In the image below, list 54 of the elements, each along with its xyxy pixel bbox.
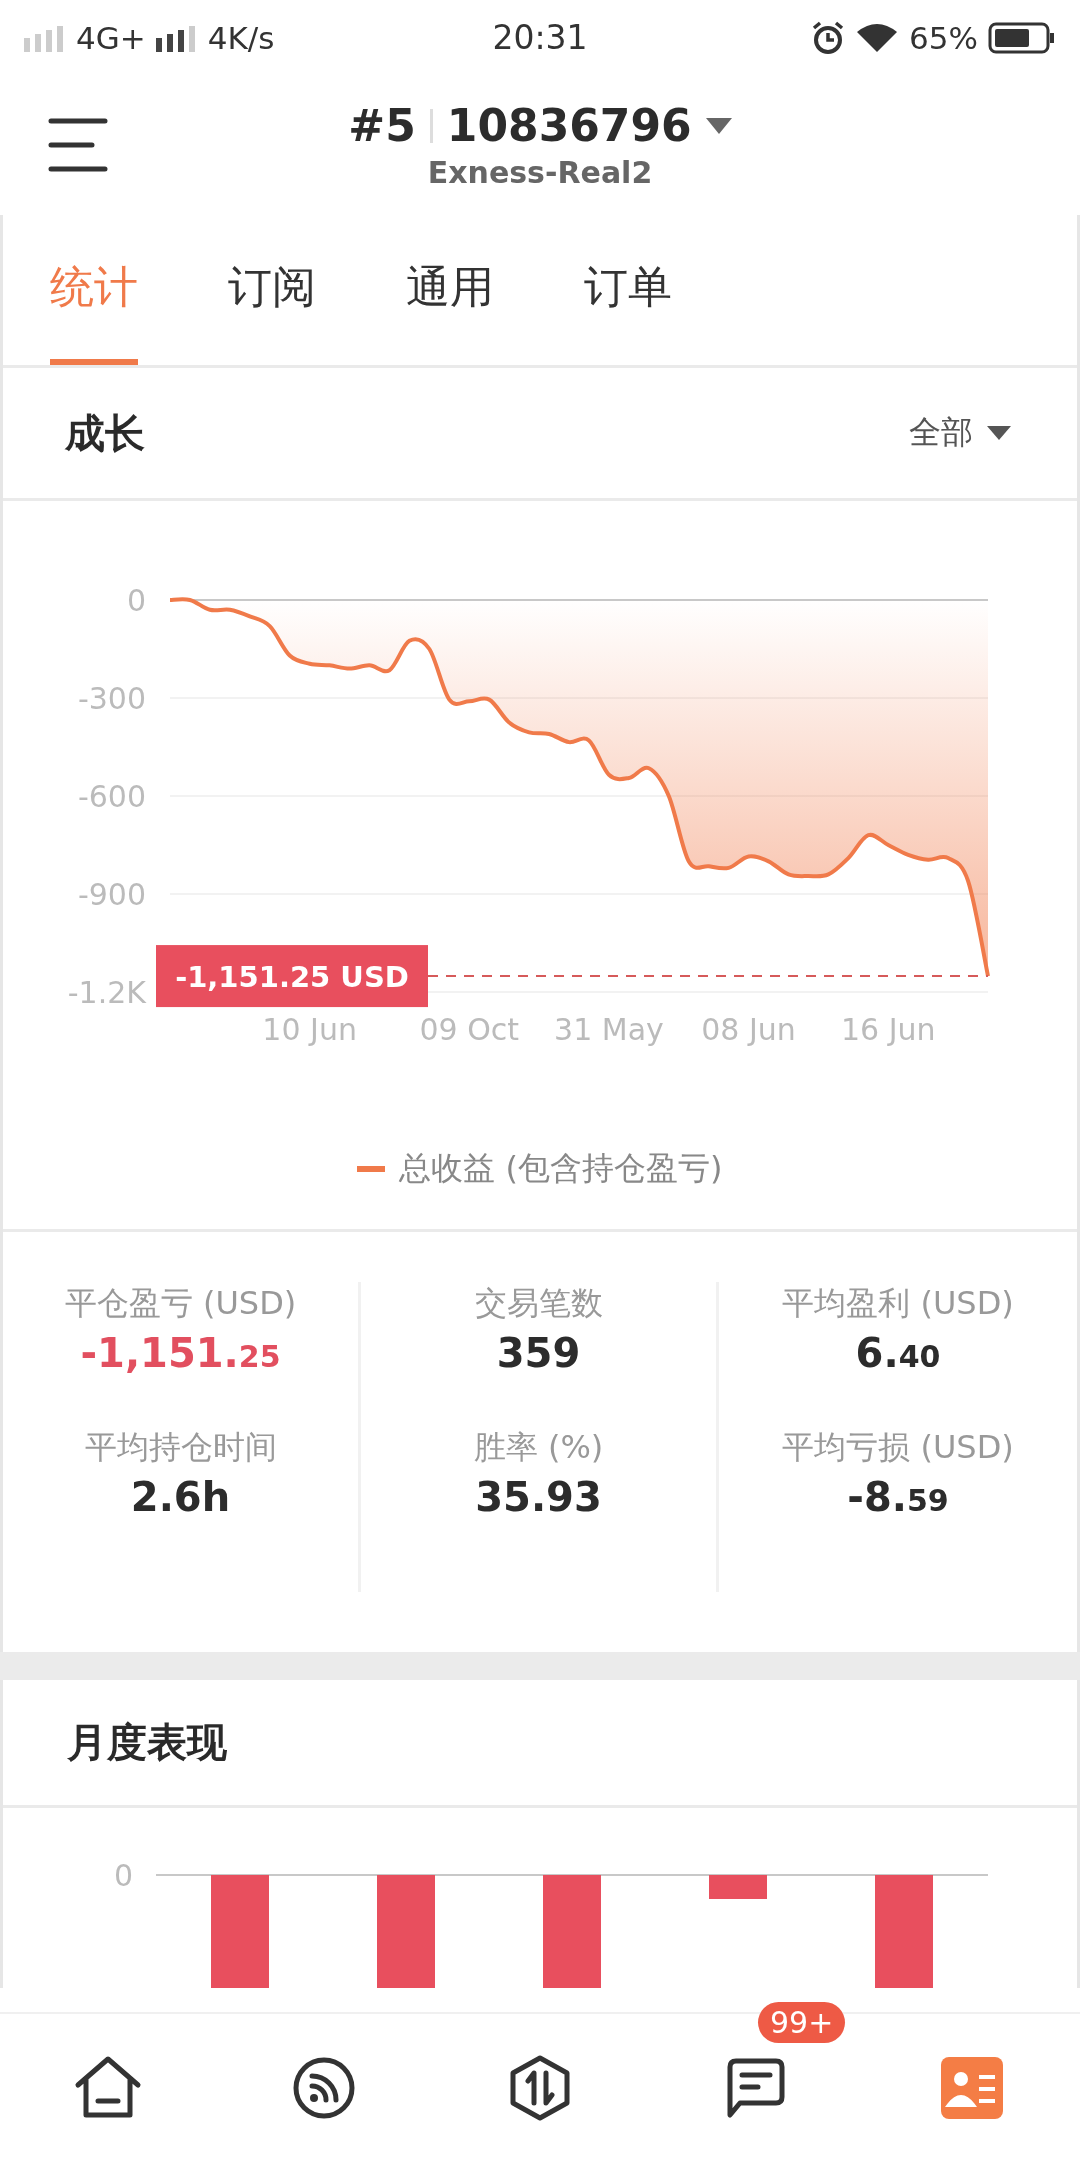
count-badge: 99+ (758, 2002, 846, 2043)
signal-icon (155, 23, 198, 52)
exchange-icon (509, 2055, 571, 2121)
stat-label: 交易笔数 (474, 1283, 603, 1324)
menu-icon[interactable] (48, 117, 108, 173)
section-title: 月度表现 (67, 1718, 227, 1767)
stat-value: -8.59 (847, 1474, 949, 1520)
account-number[interactable]: 10836796 (446, 100, 692, 151)
axis-label: -1.2K (67, 975, 146, 1010)
clock: 20:31 (492, 18, 588, 57)
legend-label: 总收益 (包含持仓盈亏) (399, 1148, 723, 1189)
tab[interactable]: 订阅 (228, 215, 316, 365)
legend-swatch (357, 1166, 386, 1172)
caret-icon[interactable] (705, 117, 732, 134)
account-index: #5 (348, 100, 416, 151)
stat-label: 平均盈利 (USD) (782, 1283, 1014, 1324)
server-name: Exness-Real2 (427, 155, 653, 190)
feed-icon (292, 2056, 356, 2120)
stat-value: -1,151.25 (80, 1330, 281, 1376)
stat-label: 胜率 (%) (473, 1427, 604, 1468)
caret-icon (987, 426, 1011, 440)
axis-label: -900 (77, 877, 146, 912)
message-icon (726, 2057, 786, 2119)
tab[interactable]: 通用 (406, 215, 494, 365)
network-label: 4G+ (76, 19, 146, 56)
signal-icon (24, 23, 66, 52)
stat-label: 平均持仓时间 (84, 1427, 277, 1468)
profile-icon (941, 2057, 1003, 2119)
network-speed: 4K/s (207, 19, 275, 56)
stat-value: 6.40 (855, 1330, 941, 1376)
axis-label: 0 (113, 1858, 133, 1893)
axis-label: 09 Oct (419, 1012, 520, 1047)
battery-level: 65% (909, 19, 978, 56)
filter-dropdown[interactable]: 全部 (903, 410, 1017, 456)
axis-label: -300 (77, 681, 146, 716)
axis-label: -600 (77, 779, 146, 814)
axis-label: 08 Jun (701, 1012, 796, 1047)
stat-value: 2.6h (130, 1474, 231, 1520)
axis-label: 16 Jun (840, 1012, 936, 1047)
axis-label: 0 (126, 583, 146, 618)
axis-label: 31 May (554, 1012, 664, 1047)
home-icon (74, 2055, 142, 2121)
axis-label: 10 Jun (262, 1012, 357, 1047)
stat-value: 359 (496, 1330, 581, 1376)
bar (709, 1875, 767, 1899)
alarm-icon (811, 20, 846, 55)
battery-icon (988, 21, 1056, 54)
stat-value: 35.93 (475, 1474, 602, 1520)
stat-label: 平均亏损 (USD) (782, 1427, 1014, 1468)
section-title: 成长 (65, 408, 145, 458)
stat-label: 平仓盈亏 (USD) (64, 1283, 297, 1324)
tab[interactable]: 订单 (584, 215, 672, 365)
value-tag: -1,151.25 USD (156, 945, 428, 1008)
wifi-icon (855, 21, 900, 54)
